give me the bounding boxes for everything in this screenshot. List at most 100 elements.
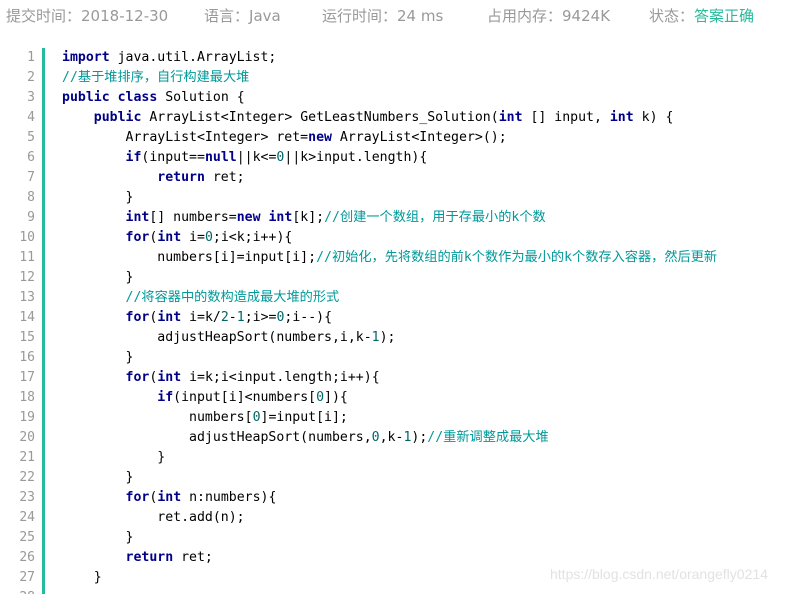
line-number-gutter: 1 2 3 4 5 6 7 8 9 10 11 12 13 14 15 16 17 18 19 20 21 22 23 24 2… (0, 48, 45, 594)
code-text: } (62, 450, 166, 465)
language-label: 语言： (204, 7, 250, 25)
code-text: adjustHeapSort(numbers, (62, 430, 372, 445)
code-line: ArrayList<Integer> ret=new ArrayList<Int… (62, 128, 507, 148)
code-text: k) { (633, 110, 674, 125)
submit-time: 提交时间：2018-12-30 (6, 5, 168, 26)
code-comment: //基于堆排序，自行构建最大堆 (62, 70, 250, 85)
code-text: - (228, 310, 237, 325)
code-text: ret; (173, 550, 213, 565)
line-number: 18 (19, 390, 35, 405)
code-keyword: for (125, 230, 150, 245)
memory: 占用内存：9424K (487, 5, 610, 26)
code-text: ||k>input.length){ (284, 150, 428, 165)
code-comment: //初始化，先将数组的前k个数作为最小的k个数存入容器，然后更新 (316, 250, 718, 265)
line-number: 5 (27, 130, 35, 145)
code-keyword: if (157, 390, 174, 405)
line-number: 21 (19, 450, 35, 465)
code-keyword: public (93, 110, 142, 125)
code-viewer: 1 2 3 4 5 6 7 8 9 10 11 12 13 14 15 16 17 18 19 20 21 22 23 24 2… (0, 48, 805, 594)
code-text: java.util.ArrayList; (109, 50, 277, 65)
code-keyword: int (157, 370, 182, 385)
line-number: 2 (27, 70, 35, 85)
code-line: public class Solution { (62, 88, 245, 108)
code-text: ;i--){ (284, 310, 333, 325)
code-line: for(int i=k/2-1;i>=0;i--){ (62, 308, 333, 328)
line-number: 4 (27, 110, 35, 125)
line-number: 7 (27, 170, 35, 185)
code-keyword: class (117, 90, 158, 105)
code-line: //基于堆排序，自行构建最大堆 (62, 68, 249, 88)
code-text: numbers[i]=input[i]; (62, 250, 317, 265)
line-number: 19 (19, 410, 35, 425)
submit-time-label: 提交时间： (6, 7, 82, 25)
line-number: 26 (19, 550, 35, 565)
line-number: 28 (19, 588, 35, 594)
code-text: ArrayList<Integer> ret= (62, 130, 309, 145)
code-number: 2 (220, 310, 229, 325)
code-number: 0 (316, 390, 325, 405)
code-text: } (62, 570, 102, 585)
code-line: } (62, 188, 134, 208)
code-line: int[] numbers=new int[k];//创建一个数组，用于存最小的… (62, 208, 546, 228)
code-text: [k]; (292, 210, 325, 225)
code-line: } (62, 468, 134, 488)
code-comment: //重新调整成最大堆 (427, 430, 549, 445)
line-number: 14 (19, 310, 35, 325)
memory-label: 占用内存： (487, 7, 563, 25)
code-text: ArrayList<Integer>(); (331, 130, 507, 145)
code-text: i=k;i<input.length;i++){ (181, 370, 380, 385)
code-line: if(input==null||k<=0||k>input.length){ (62, 148, 428, 168)
code-text: } (62, 530, 134, 545)
code-keyword: int (157, 230, 182, 245)
line-number: 12 (19, 270, 35, 285)
code-line: public ArrayList<Integer> GetLeastNumber… (62, 108, 674, 128)
code-text: ||k<= (236, 150, 277, 165)
code-line: //将容器中的数构造成最大堆的形式 (62, 288, 340, 308)
result-status-label: 状态： (649, 7, 695, 25)
code-keyword: for (125, 370, 150, 385)
code-number: 1 (371, 330, 380, 345)
runtime: 运行时间：24 ms (322, 5, 443, 26)
code-text: ]){ (324, 390, 348, 405)
code-line: } (62, 568, 102, 588)
code-line: } (62, 268, 134, 288)
code-line: } (62, 348, 134, 368)
code-line: if(input[i]<numbers[0]){ (62, 388, 348, 408)
code-comment: //创建一个数组，用于存最小的k个数 (324, 210, 546, 225)
code-text: adjustHeapSort(numbers,i,k- (62, 330, 372, 345)
code-line: for(int n:numbers){ (62, 488, 277, 508)
code-keyword: null (204, 150, 237, 165)
code-keyword: int (498, 110, 523, 125)
code-line: import java.util.ArrayList; (62, 48, 276, 68)
line-number: 10 (19, 230, 35, 245)
line-number: 15 (19, 330, 35, 345)
line-number: 11 (19, 250, 35, 265)
code-number: 0 (252, 410, 261, 425)
code-keyword: return (157, 170, 205, 185)
code-keyword: for (125, 490, 150, 505)
code-line: return ret; (62, 168, 244, 188)
code-keyword: int (125, 210, 150, 225)
line-number: 6 (27, 150, 35, 165)
code-line: numbers[i]=input[i];//初始化，先将数组的前k个数作为最小的… (62, 248, 717, 268)
code-line: return ret; (62, 548, 213, 568)
code-text: ); (379, 330, 396, 345)
code-line: } (62, 448, 165, 468)
code-text: i= (181, 230, 205, 245)
code-keyword: return (125, 550, 174, 565)
code-text: ,k- (379, 430, 404, 445)
code-keyword: import (62, 50, 110, 65)
code-keyword: int (268, 210, 293, 225)
code-line: ret.add(n); (62, 508, 244, 528)
code-keyword: new (308, 130, 332, 145)
line-number: 8 (27, 190, 35, 205)
code-text: i=k/ (181, 310, 221, 325)
code-text: (input== (141, 150, 205, 165)
code-line: for(int i=k;i<input.length;i++){ (62, 368, 380, 388)
code-text: } (62, 350, 134, 365)
